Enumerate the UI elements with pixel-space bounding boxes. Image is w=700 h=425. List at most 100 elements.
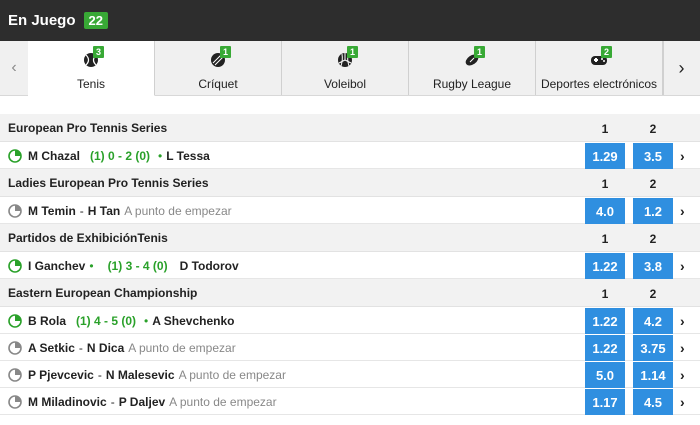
column-label-2: 2 [649,177,657,191]
tab-count-badge: 3 [93,46,105,58]
separator: - [110,394,115,409]
live-clock-icon [8,148,22,163]
tab-voleibol[interactable]: 1 Voleibol [282,41,409,95]
chevron-right-icon[interactable]: › [680,361,685,388]
odds-button-1[interactable]: 1.17 [585,389,625,415]
chevron-right-icon[interactable]: › [680,307,685,334]
tab-críquet[interactable]: 1 Críquet [155,41,282,95]
separator: • [158,148,163,163]
competition-title: Eastern European Championship [8,285,198,300]
column-label-2: 2 [649,122,657,136]
match-row[interactable]: I Ganchev • (1) 3 - 4 (0) D Todorov 1.22 3.8 › [0,252,700,279]
home-player: A Setkic [28,340,75,355]
match-info[interactable]: A Setkic - N Dica A punto de empezar [8,334,236,361]
tabs-next-button[interactable]: › [663,41,699,95]
match-row[interactable]: M Temin - H Tan A punto de empezar 4.0 1.2 › [0,197,700,224]
competition-title: European Pro Tennis Series [8,120,168,135]
live-count-badge: 22 [83,12,108,29]
home-player: M Miladinovic [28,394,107,409]
away-player: A Shevchenko [152,313,235,328]
tab-label: Voleibol [323,77,367,91]
away-player: D Todorov [179,258,239,273]
odds-button-1[interactable]: 4.0 [585,198,625,224]
match-row[interactable]: P Pjevcevic - N Malesevic A punto de empeza… [0,361,700,388]
match-info[interactable]: B Rola (1) 4 - 5 (0) • A Shevchenko [8,307,234,334]
chevron-right-icon[interactable]: › [680,252,685,279]
away-player: H Tan [87,203,121,218]
match-info[interactable]: M Temin - H Tan A punto de empezar [8,197,232,224]
match-status: A punto de empezar [124,203,232,218]
separator: - [78,340,83,355]
rugby-ball-icon: 1 [462,46,486,69]
chevron-right-icon[interactable]: › [680,142,685,169]
chevron-right-icon: › [678,57,685,78]
odds-button-2[interactable]: 3.8 [633,253,673,279]
home-player: B Rola [28,313,67,328]
match-status: A punto de empezar [178,367,286,382]
tab-label: Rugby League [432,77,512,91]
column-label-1: 1 [601,177,609,191]
tab-tenis[interactable]: 3 Tenis [28,41,155,96]
competition-header: European Pro Tennis Series 1 2 [0,114,700,142]
live-clock-icon [8,258,22,273]
tab-label: Tenis [76,77,105,91]
chevron-right-icon[interactable]: › [680,334,685,361]
match-score: (1) 3 - 4 (0) [107,258,168,273]
separator: - [79,203,84,218]
pending-clock-icon [8,394,22,409]
tennis-ball-icon: 3 [81,46,105,69]
match-info[interactable]: M Chazal (1) 0 - 2 (0) • L Tessa [8,142,210,169]
home-player: M Chazal [28,148,81,163]
match-row[interactable]: M Chazal (1) 0 - 2 (0) • L Tessa 1.29 3.5 › [0,142,700,169]
tab-rugby-league[interactable]: 1 Rugby League [409,41,536,95]
tab-count-badge: 1 [347,46,359,58]
match-info[interactable]: I Ganchev • (1) 3 - 4 (0) D Todorov [8,252,239,279]
match-row[interactable]: A Setkic - N Dica A punto de empezar 1.22 3.7… [0,334,700,361]
events-list: European Pro Tennis Series 1 2 M Chazal (1) … [0,114,700,415]
gamepad-icon: 2 [589,46,613,69]
competition-header: Ladies European Pro Tennis Series 1 2 [0,169,700,197]
away-player: N Malesevic [105,367,175,382]
odds-button-2[interactable]: 3.75 [633,335,673,361]
cricket-ball-icon: 1 [208,46,232,69]
match-row[interactable]: M Miladinovic - P Daljev A punto de empezar… [0,388,700,415]
chevron-right-icon[interactable]: › [680,197,685,224]
odds-button-1[interactable]: 1.22 [585,308,625,334]
odds-button-2[interactable]: 1.2 [633,198,673,224]
odds-button-1[interactable]: 5.0 [585,362,625,388]
tabs-prev-button[interactable]: ‹ [0,41,28,95]
competition-title: Ladies European Pro Tennis Series [8,175,209,190]
tab-count-badge: 1 [220,46,232,58]
serve-indicator: • [89,258,94,273]
pending-clock-icon [8,203,22,218]
odds-button-1[interactable]: 1.29 [585,143,625,169]
home-player: P Pjevcevic [28,367,94,382]
match-score: (1) 0 - 2 (0) [90,148,151,163]
odds-button-2[interactable]: 1.14 [633,362,673,388]
chevron-left-icon: ‹ [11,59,17,76]
sport-tabs: ‹ 3 Tenis 1 Críquet 1 Voleibol 1 Rugby League 2 D… [0,41,700,96]
tab-deportes-electrónicos[interactable]: 2 Deportes electrónicos [536,41,663,95]
odds-button-1[interactable]: 1.22 [585,253,625,279]
odds-button-2[interactable]: 4.2 [633,308,673,334]
competition-title: Partidos de ExhibiciónTenis [8,230,168,245]
odds-button-1[interactable]: 1.22 [585,335,625,361]
chevron-right-icon[interactable]: › [680,388,685,415]
odds-button-2[interactable]: 3.5 [633,143,673,169]
away-player: L Tessa [166,148,210,163]
pending-clock-icon [8,367,22,382]
match-info[interactable]: P Pjevcevic - N Malesevic A punto de empeza… [8,361,286,388]
competition-header: Partidos de ExhibiciónTenis 1 2 [0,224,700,252]
away-player: P Daljev [118,394,166,409]
match-row[interactable]: B Rola (1) 4 - 5 (0) • A Shevchenko 1.22 4.2 › [0,307,700,334]
match-score: (1) 4 - 5 (0) [76,313,137,328]
match-info[interactable]: M Miladinovic - P Daljev A punto de empezar [8,388,277,415]
column-label-1: 1 [601,122,609,136]
match-status: A punto de empezar [169,394,277,409]
competition-header: Eastern European Championship 1 2 [0,279,700,307]
tab-count-badge: 2 [601,46,613,58]
match-status: A punto de empezar [128,340,236,355]
away-player: N Dica [86,340,125,355]
tab-label: Críquet [198,77,238,91]
odds-button-2[interactable]: 4.5 [633,389,673,415]
